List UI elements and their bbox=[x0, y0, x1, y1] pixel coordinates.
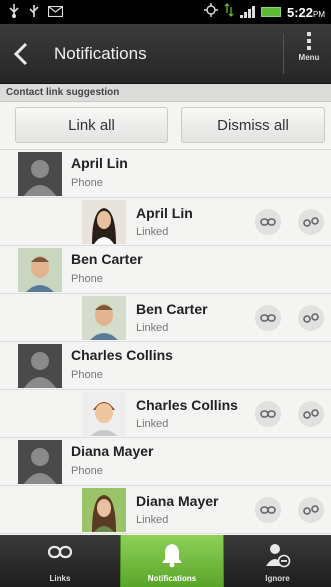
status-bar: 5:22PM bbox=[0, 0, 331, 24]
linked-status: Linked bbox=[136, 514, 169, 526]
unlink-button[interactable] bbox=[298, 305, 324, 331]
tab-notifications[interactable]: Notifications bbox=[120, 535, 224, 587]
link-chain-icon bbox=[260, 218, 276, 226]
linked-contact-row[interactable]: Charles Collins Linked bbox=[0, 390, 331, 438]
linked-contact-name: April Lin bbox=[136, 205, 193, 221]
tab-ignore[interactable]: Ignore bbox=[224, 535, 331, 587]
link-button[interactable] bbox=[255, 209, 281, 235]
suggestion-list: April Lin Phone April Lin Linked Ben Car… bbox=[0, 150, 331, 535]
contact-source: Phone bbox=[71, 273, 103, 285]
contact-row[interactable]: April Lin Phone bbox=[0, 150, 331, 198]
signal-icon bbox=[239, 6, 255, 18]
unlink-chain-icon bbox=[303, 505, 319, 515]
link-button[interactable] bbox=[255, 497, 281, 523]
contact-row[interactable]: Diana Mayer Phone bbox=[0, 438, 331, 486]
mail-icon bbox=[47, 5, 64, 21]
avatar bbox=[82, 392, 126, 436]
linked-status: Linked bbox=[136, 226, 169, 238]
battery-icon bbox=[260, 7, 281, 17]
link-button[interactable] bbox=[255, 401, 281, 427]
contact-name: Diana Mayer bbox=[71, 443, 154, 459]
ignore-person-icon bbox=[265, 544, 290, 568]
avatar-placeholder bbox=[18, 440, 62, 484]
unlink-button[interactable] bbox=[298, 497, 324, 523]
data-icon bbox=[224, 3, 234, 21]
avatar bbox=[82, 200, 126, 244]
action-bar: Notifications Menu bbox=[0, 24, 331, 84]
tab-label: Ignore bbox=[265, 574, 290, 583]
contact-source: Phone bbox=[71, 369, 103, 381]
linked-status: Linked bbox=[136, 322, 169, 334]
status-time: 5:22PM bbox=[286, 4, 325, 20]
linked-contact-name: Charles Collins bbox=[136, 397, 238, 413]
avatar-placeholder bbox=[18, 344, 62, 388]
contact-name: Charles Collins bbox=[71, 347, 173, 363]
section-header: Contact link suggestion bbox=[0, 84, 331, 102]
link-chain-icon bbox=[260, 314, 276, 322]
menu-label: Menu bbox=[298, 53, 320, 62]
linked-contact-row[interactable]: Ben Carter Linked bbox=[0, 294, 331, 342]
linked-contact-row[interactable]: April Lin Linked bbox=[0, 198, 331, 246]
back-arrow-icon bbox=[13, 42, 28, 66]
section-header-label: Contact link suggestion bbox=[6, 87, 120, 98]
contact-source: Phone bbox=[71, 177, 103, 189]
menu-button[interactable]: Menu bbox=[287, 30, 331, 80]
tab-label: Notifications bbox=[147, 574, 197, 583]
contact-name: Ben Carter bbox=[71, 251, 143, 267]
bulk-action-row: Link all Dismiss all bbox=[0, 102, 331, 150]
unlink-chain-icon bbox=[303, 217, 319, 227]
link-button[interactable] bbox=[255, 305, 281, 331]
link-chain-icon bbox=[260, 410, 276, 418]
tab-links[interactable]: Links bbox=[0, 535, 120, 587]
contact-row[interactable]: Ben Carter Phone bbox=[0, 246, 331, 294]
linked-contact-name: Diana Mayer bbox=[136, 493, 219, 509]
unlink-button[interactable] bbox=[298, 401, 324, 427]
bell-icon bbox=[162, 544, 182, 568]
avatar bbox=[82, 488, 126, 532]
unlink-chain-icon bbox=[303, 409, 319, 419]
link-all-button[interactable]: Link all bbox=[15, 107, 168, 143]
contact-source: Phone bbox=[71, 465, 103, 477]
dismiss-all-button[interactable]: Dismiss all bbox=[181, 107, 325, 143]
unlink-button[interactable] bbox=[298, 209, 324, 235]
page-title: Notifications bbox=[54, 44, 147, 63]
unlink-chain-icon bbox=[303, 313, 319, 323]
action-bar-divider bbox=[283, 34, 284, 74]
avatar bbox=[18, 248, 62, 292]
overflow-menu-icon bbox=[307, 32, 311, 50]
avatar-placeholder bbox=[18, 152, 62, 196]
tab-label: Links bbox=[49, 574, 71, 583]
link-chain-icon bbox=[260, 506, 276, 514]
avatar bbox=[82, 296, 126, 340]
bottom-tab-bar: Links Notifications Ignore bbox=[0, 535, 331, 587]
linked-contact-row[interactable]: Diana Mayer Linked bbox=[0, 486, 331, 534]
usb-debug-icon bbox=[28, 4, 40, 22]
linked-contact-name: Ben Carter bbox=[136, 301, 208, 317]
gps-icon bbox=[203, 3, 218, 21]
back-button[interactable] bbox=[8, 38, 38, 70]
link-icon bbox=[47, 545, 73, 559]
contact-name: April Lin bbox=[71, 155, 128, 171]
usb-icon bbox=[8, 4, 20, 22]
contact-row[interactable]: Charles Collins Phone bbox=[0, 342, 331, 390]
linked-status: Linked bbox=[136, 418, 169, 430]
